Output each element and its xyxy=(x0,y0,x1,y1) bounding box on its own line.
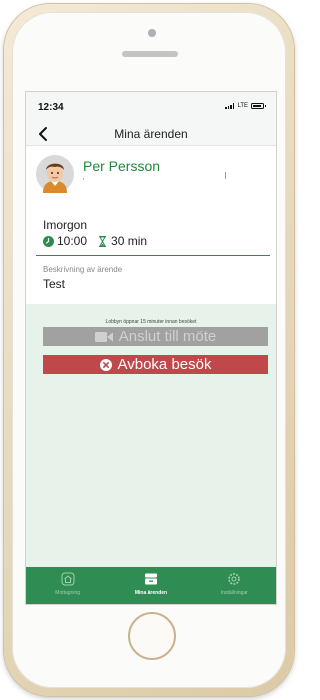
navigation-bar: Mina ärenden xyxy=(26,122,276,146)
appointment-time: 10:00 xyxy=(57,234,88,248)
description-value: Test xyxy=(43,277,66,291)
appointment-card: Per Persson ' Imorgon 10:00 30 min Beskr… xyxy=(26,146,276,304)
appointment-duration: 30 min xyxy=(111,234,148,248)
bottom-tab-bar: Mottagning Mina ärenden Inställningar xyxy=(26,567,276,604)
app-screen: 12:34 LTE Mina ärenden Per Persson ' Imo… xyxy=(25,91,277,605)
empty-content-area xyxy=(34,395,270,567)
home-button[interactable] xyxy=(128,612,176,660)
practitioner-name: Per Persson xyxy=(83,158,161,174)
inbox-icon xyxy=(144,573,157,585)
join-meeting-label: Anslut till möte xyxy=(118,328,217,345)
text-cursor-mark xyxy=(225,172,226,179)
gear-icon xyxy=(228,573,241,585)
status-indicators: LTE xyxy=(225,103,266,109)
lobby-note: Lobbyn öppnar 15 minuter innan besöket xyxy=(105,319,197,325)
clock-icon xyxy=(43,235,54,247)
join-meeting-button[interactable]: Anslut till möte xyxy=(43,327,268,346)
status-time: 12:34 xyxy=(38,102,64,113)
tab-label: Mottagning xyxy=(55,590,81,596)
tab-mina-arenden[interactable]: Mina ärenden xyxy=(109,567,192,604)
tab-label: Mina ärenden xyxy=(134,590,168,596)
practitioner-subtitle: ' xyxy=(83,178,85,185)
earpiece-speaker xyxy=(122,51,178,57)
close-circle-icon xyxy=(99,358,112,371)
avatar xyxy=(36,155,74,193)
home-icon xyxy=(61,572,75,586)
tab-mottagning[interactable]: Mottagning xyxy=(26,567,109,604)
cancel-visit-label: Avboka besök xyxy=(117,356,212,373)
tab-installningar[interactable]: Inställningar xyxy=(193,567,276,604)
hourglass-icon xyxy=(99,235,107,247)
battery-icon xyxy=(251,103,266,109)
appointment-time-row: 10:00 30 min xyxy=(43,234,147,248)
appointment-day: Imorgon xyxy=(43,218,88,232)
front-camera xyxy=(148,29,156,37)
video-camera-icon xyxy=(94,331,113,343)
cancel-visit-button[interactable]: Avboka besök xyxy=(43,355,268,374)
page-title: Mina ärenden xyxy=(114,127,188,141)
network-label: LTE xyxy=(237,103,248,109)
signal-icon xyxy=(225,103,235,109)
description-label: Beskrivning av ärende xyxy=(43,265,123,274)
divider xyxy=(36,255,270,256)
status-bar: 12:34 LTE xyxy=(26,92,276,122)
tab-label: Inställningar xyxy=(220,590,248,596)
